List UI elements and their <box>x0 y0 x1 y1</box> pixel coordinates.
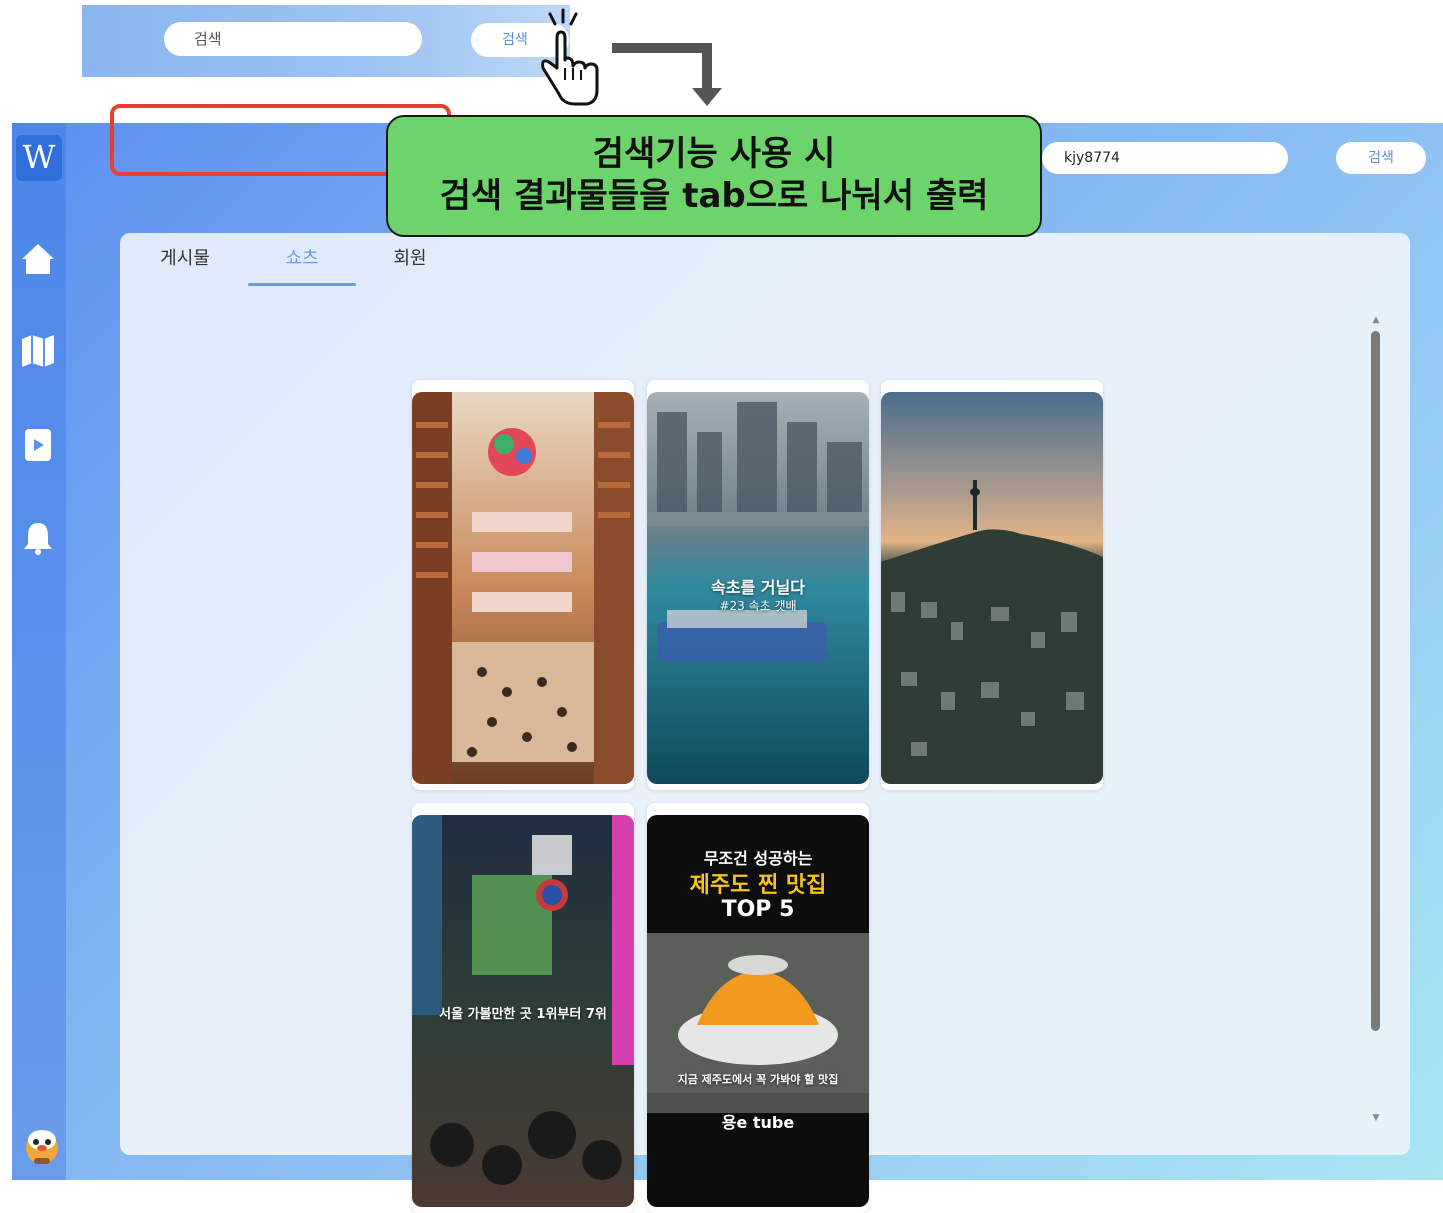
map-icon[interactable] <box>20 333 56 369</box>
scrollbar-thumb[interactable] <box>1371 331 1380 1031</box>
callout-line-1: 검색기능 사용 시 <box>592 134 836 174</box>
video-icon[interactable] <box>20 427 56 463</box>
shorts-card[interactable]: 서울 가볼만한 곳 1위부터 7위 <box>412 803 634 1213</box>
bell-icon[interactable] <box>20 520 56 556</box>
shorts-thumbnail <box>881 392 1103 784</box>
shorts-title: 무조건 성공하는 <box>703 849 813 868</box>
app-logo[interactable]: W <box>16 135 62 181</box>
search-bar-zoom: 검색 검색 <box>82 5 570 77</box>
pointer-hand-icon <box>541 8 599 106</box>
shorts-subtitle: #23 속초 갯배 <box>719 599 797 613</box>
tab-members[interactable]: 회원 <box>370 245 450 281</box>
search-input[interactable]: 검색 <box>164 22 422 56</box>
scroll-up-icon[interactable]: ▲ <box>1370 315 1382 325</box>
search-button[interactable]: 검색 <box>1336 142 1426 174</box>
shorts-rank: TOP 5 <box>721 897 795 922</box>
shorts-thumbnail: 속초를 거닐다 #23 속초 갯배 <box>647 392 869 784</box>
arrow-down-icon <box>612 43 722 106</box>
shorts-thumbnail <box>412 392 634 784</box>
shorts-title: 서울 가볼만한 곳 1위부터 7위 <box>439 1007 607 1022</box>
channel-name: 용e tube <box>721 1113 795 1132</box>
app-window: W kjy8774 검색 게시물 쇼츠 회원 ▲ ▼ 속초를 거닐다 #23 속… <box>12 123 1443 1213</box>
shorts-card[interactable] <box>412 380 634 790</box>
shorts-highlight: 제주도 찐 맛집 <box>689 873 827 898</box>
avatar[interactable] <box>22 1126 62 1166</box>
active-tab-indicator <box>248 283 356 286</box>
search-input[interactable]: kjy8774 <box>1042 142 1288 174</box>
shorts-thumbnail: 무조건 성공하는 제주도 찐 맛집 TOP 5 지금 제주도에서 꼭 가봐야 할… <box>647 815 869 1207</box>
tab-shorts[interactable]: 쇼츠 <box>262 245 342 281</box>
sidebar: W <box>12 123 66 1180</box>
shorts-card[interactable] <box>881 380 1103 790</box>
callout-line-2: 검색 결과물들을 tab으로 나눠서 출력 <box>439 176 989 216</box>
tab-posts[interactable]: 게시물 <box>148 245 222 281</box>
scroll-down-icon[interactable]: ▼ <box>1370 1113 1382 1123</box>
search-results-panel: 게시물 쇼츠 회원 ▲ ▼ 속초를 거닐다 #23 속초 갯배 서울 가볼만한 … <box>120 233 1410 1213</box>
shorts-thumbnail: 서울 가볼만한 곳 1위부터 7위 <box>412 815 634 1207</box>
shorts-caption: 지금 제주도에서 꼭 가봐야 할 맛집 <box>677 1073 839 1086</box>
home-icon[interactable] <box>20 241 56 277</box>
shorts-card[interactable]: 무조건 성공하는 제주도 찐 맛집 TOP 5 지금 제주도에서 꼭 가봐야 할… <box>647 803 869 1213</box>
shorts-title: 속초를 거닐다 <box>711 578 805 597</box>
shorts-card[interactable]: 속초를 거닐다 #23 속초 갯배 <box>647 380 869 790</box>
feature-callout: 검색기능 사용 시 검색 결과물들을 tab으로 나눠서 출력 <box>386 115 1042 237</box>
